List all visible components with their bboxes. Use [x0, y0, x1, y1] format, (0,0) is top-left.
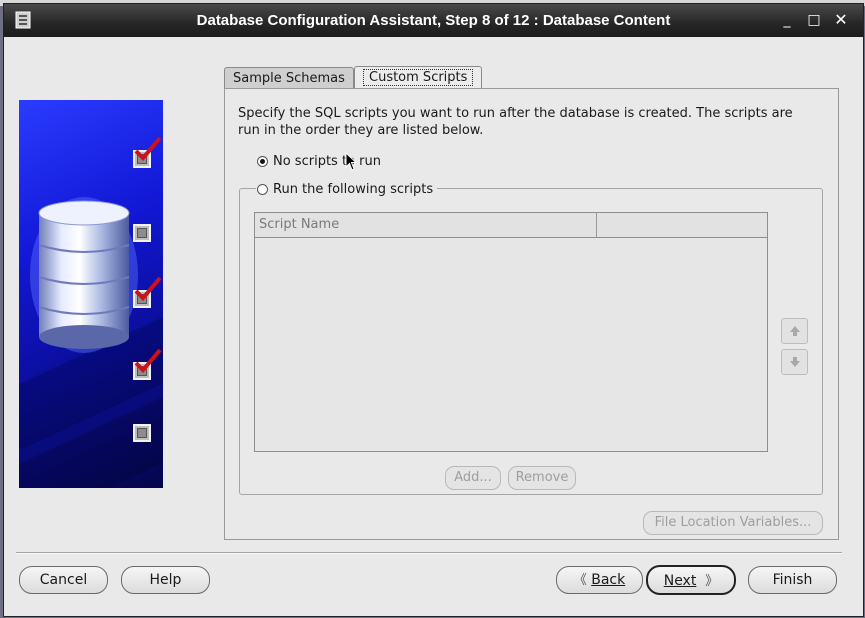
back-button[interactable]: 《 Back	[556, 566, 643, 594]
arrow-down-icon	[789, 357, 800, 367]
checkmark-icon	[134, 136, 162, 161]
arrow-up-icon	[789, 326, 800, 336]
chevron-left-icon: 《	[573, 573, 587, 588]
table-body[interactable]	[255, 238, 767, 451]
no-scripts-label: No scripts to run	[273, 154, 381, 169]
step-checkbox	[133, 224, 151, 242]
footer-separator	[16, 552, 842, 554]
help-button[interactable]: Help	[121, 566, 210, 594]
run-scripts-radio[interactable]	[257, 184, 268, 195]
run-scripts-option[interactable]: Run the following scripts	[256, 182, 438, 197]
maximize-button[interactable]: □	[805, 10, 823, 30]
instructions-text: Specify the SQL scripts you want to run …	[238, 106, 793, 138]
file-location-variables-button[interactable]: File Location Variables...	[643, 511, 823, 535]
chevron-right-icon: 》	[705, 574, 719, 589]
step-checkbox	[133, 424, 151, 442]
remove-button[interactable]: Remove	[508, 466, 576, 490]
database-cylinder-icon	[30, 197, 138, 353]
title-bar[interactable]: Database Configuration Assistant, Step 8…	[4, 4, 863, 37]
no-scripts-option[interactable]: No scripts to run	[257, 154, 381, 169]
cancel-button[interactable]: Cancel	[19, 566, 108, 594]
minimize-button[interactable]: _	[778, 10, 796, 30]
table-header: Script Name	[255, 213, 767, 238]
window-title: Database Configuration Assistant, Step 8…	[196, 12, 671, 29]
tab-custom-scripts[interactable]: Custom Scripts	[354, 66, 483, 90]
column-header-script-name[interactable]: Script Name	[255, 213, 597, 237]
add-button[interactable]: Add...	[445, 466, 501, 490]
next-button[interactable]: Next 》	[646, 565, 736, 595]
scripts-table[interactable]: Script Name	[254, 212, 768, 452]
close-button[interactable]: ✕	[832, 10, 850, 30]
move-down-button[interactable]	[781, 349, 808, 375]
next-label: Next	[663, 573, 697, 589]
tab-custom-scripts-label: Custom Scripts	[363, 69, 474, 86]
back-label: Back	[591, 572, 626, 588]
mouse-pointer-icon	[345, 152, 357, 171]
tab-sample-schemas[interactable]: Sample Schemas	[224, 67, 354, 90]
checkmark-icon	[134, 276, 162, 301]
step-graphic-panel	[19, 100, 163, 488]
column-header-blank[interactable]	[597, 213, 767, 237]
no-scripts-radio[interactable]	[257, 156, 268, 167]
finish-button[interactable]: Finish	[748, 566, 837, 594]
run-scripts-label: Run the following scripts	[273, 182, 434, 197]
move-up-button[interactable]	[781, 318, 808, 344]
checkmark-icon	[134, 348, 162, 373]
